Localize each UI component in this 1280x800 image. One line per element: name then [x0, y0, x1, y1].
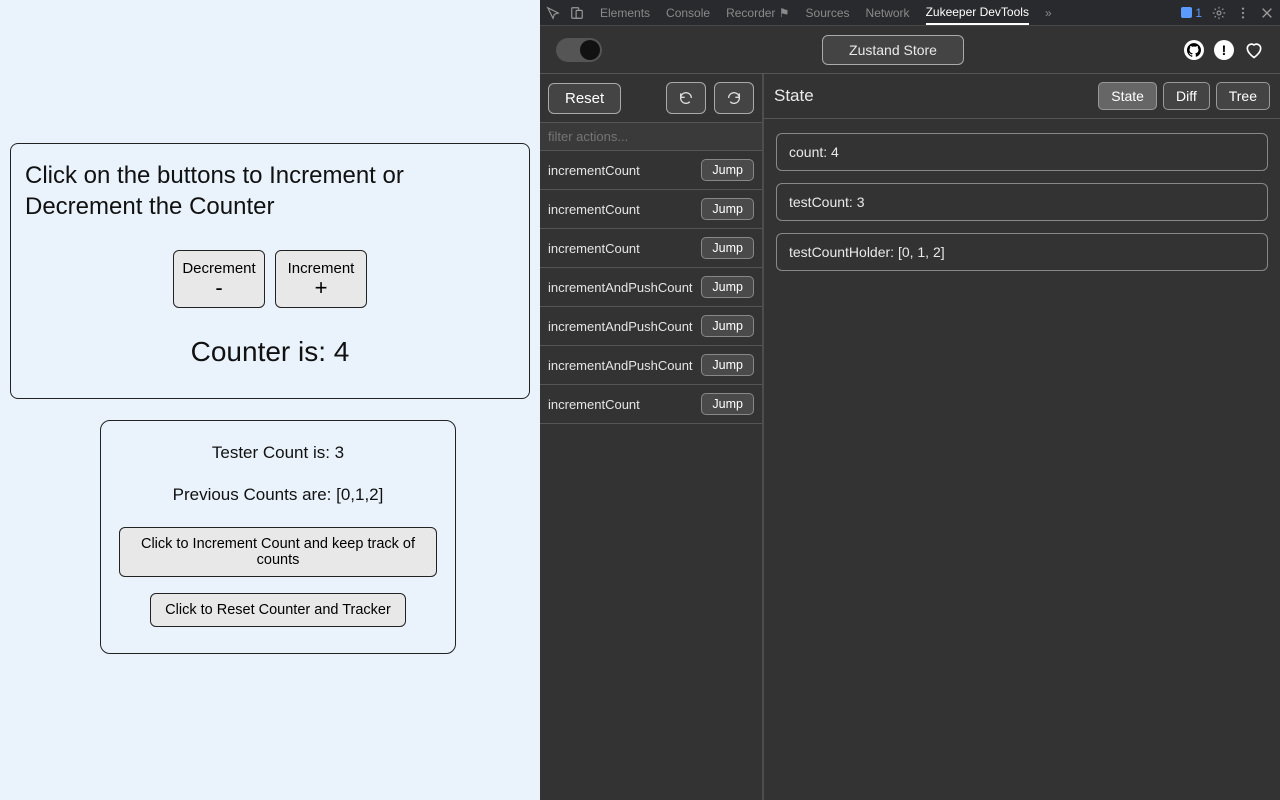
state-column: State State Diff Tree count: 4 testCount…: [764, 74, 1280, 800]
filter-actions-input[interactable]: [540, 123, 762, 151]
zukeeper-toolbar: Zustand Store !: [540, 26, 1280, 74]
actions-column: Reset incrementCount Jump incrementCount…: [540, 74, 764, 800]
jump-button[interactable]: Jump: [701, 237, 754, 259]
zukeeper-right-icons: !: [1184, 40, 1264, 60]
devtools-topbar: Elements Console Recorder ⚑ Sources Netw…: [540, 0, 1280, 26]
jump-button[interactable]: Jump: [701, 354, 754, 376]
dark-mode-toggle[interactable]: [556, 38, 602, 62]
decrement-button[interactable]: Decrement -: [173, 250, 265, 308]
state-title: State: [774, 86, 814, 106]
tab-recorder[interactable]: Recorder ⚑: [726, 2, 789, 24]
tester-card: Tester Count is: 3 Previous Counts are: …: [100, 420, 456, 654]
store-select-button[interactable]: Zustand Store: [822, 35, 964, 65]
jump-button[interactable]: Jump: [701, 315, 754, 337]
issues-count: 1: [1195, 6, 1202, 20]
tab-network[interactable]: Network: [866, 2, 910, 24]
action-name: incrementAndPushCount: [548, 358, 693, 373]
step-back-button[interactable]: [666, 82, 706, 114]
state-view-tabs: State Diff Tree: [1098, 82, 1270, 110]
track-count-button[interactable]: Click to Increment Count and keep track …: [119, 527, 437, 577]
minus-icon: -: [215, 277, 222, 299]
tab-elements[interactable]: Elements: [600, 2, 650, 24]
prev-counts-line: Previous Counts are: [0,1,2]: [119, 485, 437, 505]
tab-console[interactable]: Console: [666, 2, 710, 24]
action-list: incrementCount Jump incrementCount Jump …: [540, 151, 762, 800]
jump-button[interactable]: Jump: [701, 276, 754, 298]
settings-gear-icon[interactable]: [1212, 6, 1226, 20]
issues-icon: [1181, 7, 1192, 18]
state-header: State State Diff Tree: [764, 74, 1280, 119]
more-tabs-icon[interactable]: »: [1045, 2, 1052, 24]
state-entry[interactable]: testCount: 3: [776, 183, 1268, 221]
reset-actions-button[interactable]: Reset: [548, 83, 621, 114]
action-name: incrementAndPushCount: [548, 319, 693, 334]
inspect-icon[interactable]: [546, 6, 560, 20]
action-name: incrementCount: [548, 397, 640, 412]
step-forward-button[interactable]: [714, 82, 754, 114]
toggle-knob: [580, 40, 600, 60]
action-row[interactable]: incrementAndPushCount Jump: [540, 346, 762, 385]
jump-button[interactable]: Jump: [701, 198, 754, 220]
action-row[interactable]: incrementAndPushCount Jump: [540, 268, 762, 307]
close-devtools-icon[interactable]: [1260, 6, 1274, 20]
counter-button-row: Decrement - Increment +: [25, 250, 515, 308]
reset-tracker-button[interactable]: Click to Reset Counter and Tracker: [150, 593, 406, 627]
view-tab-tree[interactable]: Tree: [1216, 82, 1270, 110]
action-row[interactable]: incrementCount Jump: [540, 190, 762, 229]
issues-badge[interactable]: 1: [1181, 6, 1202, 20]
tab-zukeeper[interactable]: Zukeeper DevTools: [926, 1, 1029, 25]
action-row[interactable]: incrementCount Jump: [540, 151, 762, 190]
state-entries: count: 4 testCount: 3 testCountHolder: […: [764, 119, 1280, 285]
action-row[interactable]: incrementAndPushCount Jump: [540, 307, 762, 346]
counter-card: Click on the buttons to Increment or Dec…: [10, 143, 530, 399]
counter-value: Counter is: 4: [25, 336, 515, 368]
state-entry[interactable]: testCountHolder: [0, 1, 2]: [776, 233, 1268, 271]
view-tab-diff[interactable]: Diff: [1163, 82, 1210, 110]
info-icon[interactable]: !: [1214, 40, 1234, 60]
tester-count-line: Tester Count is: 3: [119, 443, 437, 463]
state-entry[interactable]: count: 4: [776, 133, 1268, 171]
tab-sources[interactable]: Sources: [806, 2, 850, 24]
device-toolbar-icon[interactable]: [570, 6, 584, 20]
github-icon[interactable]: [1184, 40, 1204, 60]
kebab-menu-icon[interactable]: [1236, 6, 1250, 20]
devtools-pane: Elements Console Recorder ⚑ Sources Netw…: [540, 0, 1280, 800]
action-row[interactable]: incrementCount Jump: [540, 385, 762, 424]
action-row[interactable]: incrementCount Jump: [540, 229, 762, 268]
app-pane: Click on the buttons to Increment or Dec…: [0, 0, 540, 800]
action-name: incrementAndPushCount: [548, 280, 693, 295]
jump-button[interactable]: Jump: [701, 393, 754, 415]
zukeeper-body: Reset incrementCount Jump incrementCount…: [540, 74, 1280, 800]
actions-header: Reset: [540, 74, 762, 123]
increment-button[interactable]: Increment +: [275, 250, 367, 308]
view-tab-state[interactable]: State: [1098, 82, 1157, 110]
action-name: incrementCount: [548, 241, 640, 256]
action-name: incrementCount: [548, 163, 640, 178]
counter-heading: Click on the buttons to Increment or Dec…: [25, 160, 515, 222]
devtools-tabs: Elements Console Recorder ⚑ Sources Netw…: [600, 1, 1171, 25]
plus-icon: +: [315, 277, 328, 299]
devtools-topbar-right: 1: [1181, 6, 1274, 20]
action-name: incrementCount: [548, 202, 640, 217]
heart-icon[interactable]: [1244, 40, 1264, 60]
jump-button[interactable]: Jump: [701, 159, 754, 181]
